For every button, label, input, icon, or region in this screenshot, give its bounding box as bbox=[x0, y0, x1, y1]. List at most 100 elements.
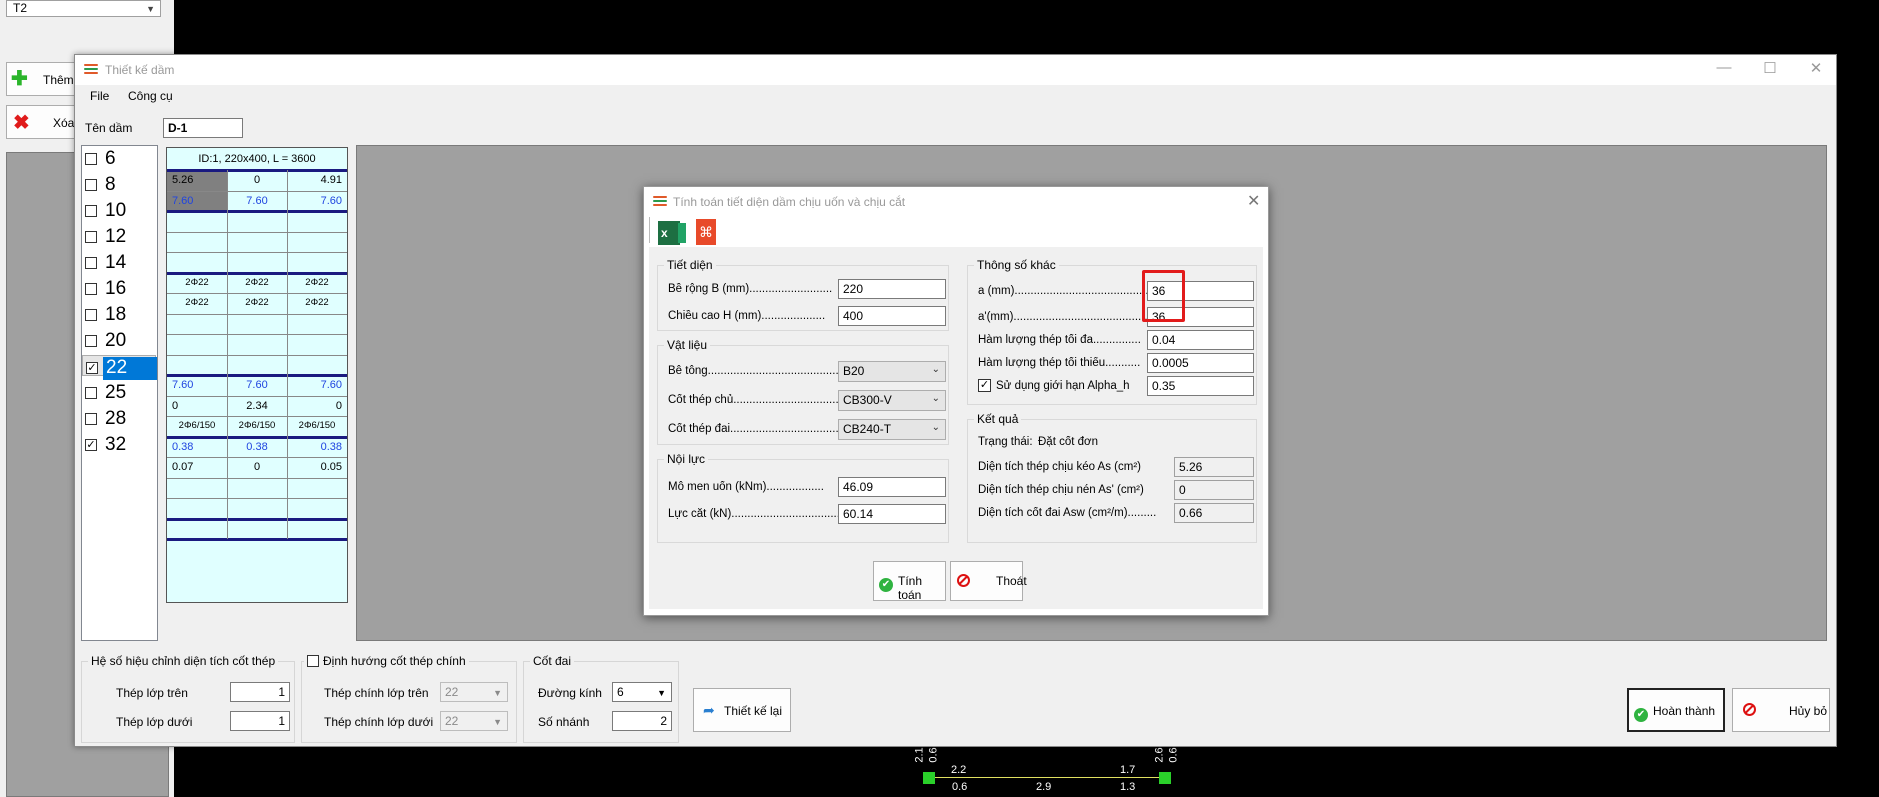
excel-icon[interactable]: x bbox=[658, 221, 686, 245]
chevron-down-icon: ⌄ bbox=[931, 422, 940, 433]
shear-input[interactable]: 60.14 bbox=[838, 504, 946, 524]
grid-line bbox=[167, 271, 347, 275]
diameter-checkbox[interactable] bbox=[85, 231, 97, 243]
grid-cell: 2Φ22 bbox=[245, 276, 269, 288]
grid-line bbox=[167, 517, 347, 521]
force-group: Nội lực Mô men uốn (kNm)................… bbox=[657, 452, 949, 543]
diameter-label: 20 bbox=[105, 330, 127, 351]
diameter-checkbox[interactable]: ✓ bbox=[86, 362, 98, 374]
grid-cell bbox=[227, 232, 287, 253]
finish-button[interactable]: ✔ Hoàn thành bbox=[1627, 688, 1725, 732]
bottom-steel-input[interactable]: 1 bbox=[230, 711, 290, 731]
grid-cell: 5.26 bbox=[167, 170, 227, 191]
top-steel-input[interactable]: 1 bbox=[230, 682, 290, 702]
menu-tools[interactable]: Công cụ bbox=[128, 89, 173, 103]
beam-line bbox=[929, 777, 1164, 778]
diameter-checkbox[interactable] bbox=[85, 179, 97, 191]
grid-line bbox=[287, 170, 288, 539]
alpha-checkbox[interactable]: ✓ bbox=[978, 379, 991, 392]
redesign-button[interactable]: ➦ Thiết kế lại bbox=[693, 688, 791, 732]
grid-line bbox=[167, 374, 347, 377]
plus-icon: ✚ bbox=[11, 68, 28, 90]
diameter-item[interactable]: 16 bbox=[82, 277, 156, 301]
a2-label: a'(mm)..................................… bbox=[978, 311, 1148, 323]
moment-input[interactable]: 46.09 bbox=[838, 477, 946, 497]
close-icon[interactable]: ✕ bbox=[1801, 59, 1831, 77]
diameter-item[interactable]: 10 bbox=[82, 199, 156, 223]
cancel-button[interactable]: Hủy bỏ bbox=[1732, 688, 1830, 732]
height-input[interactable]: 400 bbox=[838, 306, 946, 326]
diameter-checkbox[interactable] bbox=[85, 309, 97, 321]
min-ratio-input[interactable]: 0.0005 bbox=[1147, 353, 1254, 373]
as-label: Diện tích thép chịu kéo As (cm²) bbox=[978, 461, 1141, 473]
diameter-label: 8 bbox=[105, 174, 116, 195]
diameter-label: 16 bbox=[105, 278, 127, 299]
background-dropdown[interactable]: T2 ▼ bbox=[6, 0, 161, 17]
concrete-select[interactable]: B20 ⌄ bbox=[838, 361, 946, 382]
grid-line bbox=[167, 435, 347, 439]
branches-input[interactable]: 2 bbox=[612, 711, 672, 731]
diameter-item[interactable]: 25 bbox=[82, 381, 156, 405]
max-ratio-input[interactable]: 0.04 bbox=[1147, 330, 1254, 350]
width-input[interactable]: 220 bbox=[838, 279, 946, 299]
diameter-item[interactable]: ✓ 32 bbox=[82, 433, 156, 457]
minimize-icon[interactable]: — bbox=[1709, 59, 1739, 76]
diameter-label: 25 bbox=[105, 382, 127, 403]
diameter-item[interactable]: 18 bbox=[82, 303, 156, 327]
diameter-item[interactable]: 20 bbox=[82, 329, 156, 353]
maximize-icon[interactable]: ☐ bbox=[1755, 59, 1785, 77]
exit-button[interactable]: Thoát bbox=[950, 561, 1027, 601]
grid-cell: 2Φ6/150 bbox=[178, 420, 216, 431]
stirrup-diameter-select[interactable]: 6 ▼ bbox=[612, 682, 672, 702]
close-icon[interactable]: ✕ bbox=[1247, 191, 1260, 211]
grid-cell: 7.60 bbox=[246, 379, 268, 391]
grid-cell bbox=[167, 355, 227, 376]
diameter-item[interactable]: 6 bbox=[82, 147, 156, 171]
grid-cell bbox=[287, 232, 347, 253]
diameter-checkbox[interactable] bbox=[85, 153, 97, 165]
grid-cell: 2Φ22 bbox=[305, 297, 329, 308]
diameter-checkbox[interactable] bbox=[85, 335, 97, 347]
stirrup-steel-label: Cốt thép đai............................… bbox=[668, 423, 838, 435]
menu-file[interactable]: File bbox=[90, 89, 109, 103]
chevron-down-icon: ▼ bbox=[657, 688, 666, 698]
diameter-checkbox[interactable] bbox=[85, 283, 97, 295]
orientation-checkbox[interactable] bbox=[307, 655, 319, 667]
diameter-item[interactable]: 12 bbox=[82, 225, 156, 249]
diameter-checkbox[interactable] bbox=[85, 387, 97, 399]
chevron-down-icon: ⌄ bbox=[931, 393, 940, 404]
diagram-label: 2.2 bbox=[951, 764, 967, 776]
force-group-title: Nội lực bbox=[664, 452, 709, 466]
diameter-checkbox[interactable] bbox=[85, 205, 97, 217]
grid-cell: 2.34 bbox=[246, 399, 268, 412]
beam-result-grid: ID:1, 220x400, L = 3600 5.26 0 4.91 7.60 7.6… bbox=[166, 147, 348, 603]
stirrup-steel-select[interactable]: CB240-T ⌄ bbox=[838, 419, 946, 440]
beam-diagram: 2.1 0.6 2.6 0.6 2.2 1.7 0.6 2.9 1.3 bbox=[174, 747, 1879, 797]
grid-cell bbox=[227, 519, 287, 540]
grid-cell bbox=[227, 334, 287, 355]
grid-cell bbox=[167, 519, 227, 540]
max-ratio-label: Hàm lượng thép tối đa............... bbox=[978, 334, 1141, 346]
calculate-button[interactable]: ✔ Tính toán bbox=[873, 561, 946, 602]
main-steel-value: CB300-V bbox=[843, 393, 892, 407]
beam-name-input[interactable]: D-1 bbox=[163, 118, 243, 138]
grid-cell bbox=[167, 478, 227, 499]
diameter-list[interactable]: 6 8 10 12 14 16 18 20 ✓ 22 25 28 ✓ 32 bbox=[81, 145, 158, 641]
alpha-input[interactable]: 0.35 bbox=[1147, 376, 1254, 396]
grid-cell: 0.38 bbox=[320, 440, 342, 453]
diagram-label: 0.6 bbox=[1167, 747, 1180, 763]
diameter-item[interactable]: 8 bbox=[82, 173, 156, 197]
delete-button-label: Xóa bbox=[53, 116, 75, 130]
grid-header: ID:1, 220x400, L = 3600 bbox=[198, 153, 316, 165]
diameter-checkbox[interactable] bbox=[85, 257, 97, 269]
pdf-icon[interactable]: ⌘ bbox=[696, 219, 716, 245]
diameter-checkbox[interactable] bbox=[85, 413, 97, 425]
main-bottom-value: 22 bbox=[445, 714, 459, 728]
other-params-group: Thông số khác a (mm)....................… bbox=[967, 258, 1257, 405]
diameter-item[interactable]: 14 bbox=[82, 251, 156, 275]
diameter-checkbox[interactable]: ✓ bbox=[85, 439, 97, 451]
grid-cell: 0 bbox=[253, 461, 261, 473]
diameter-item[interactable]: ✓ 22 bbox=[82, 355, 157, 380]
main-steel-select[interactable]: CB300-V ⌄ bbox=[838, 390, 946, 411]
diameter-item[interactable]: 28 bbox=[82, 407, 156, 431]
